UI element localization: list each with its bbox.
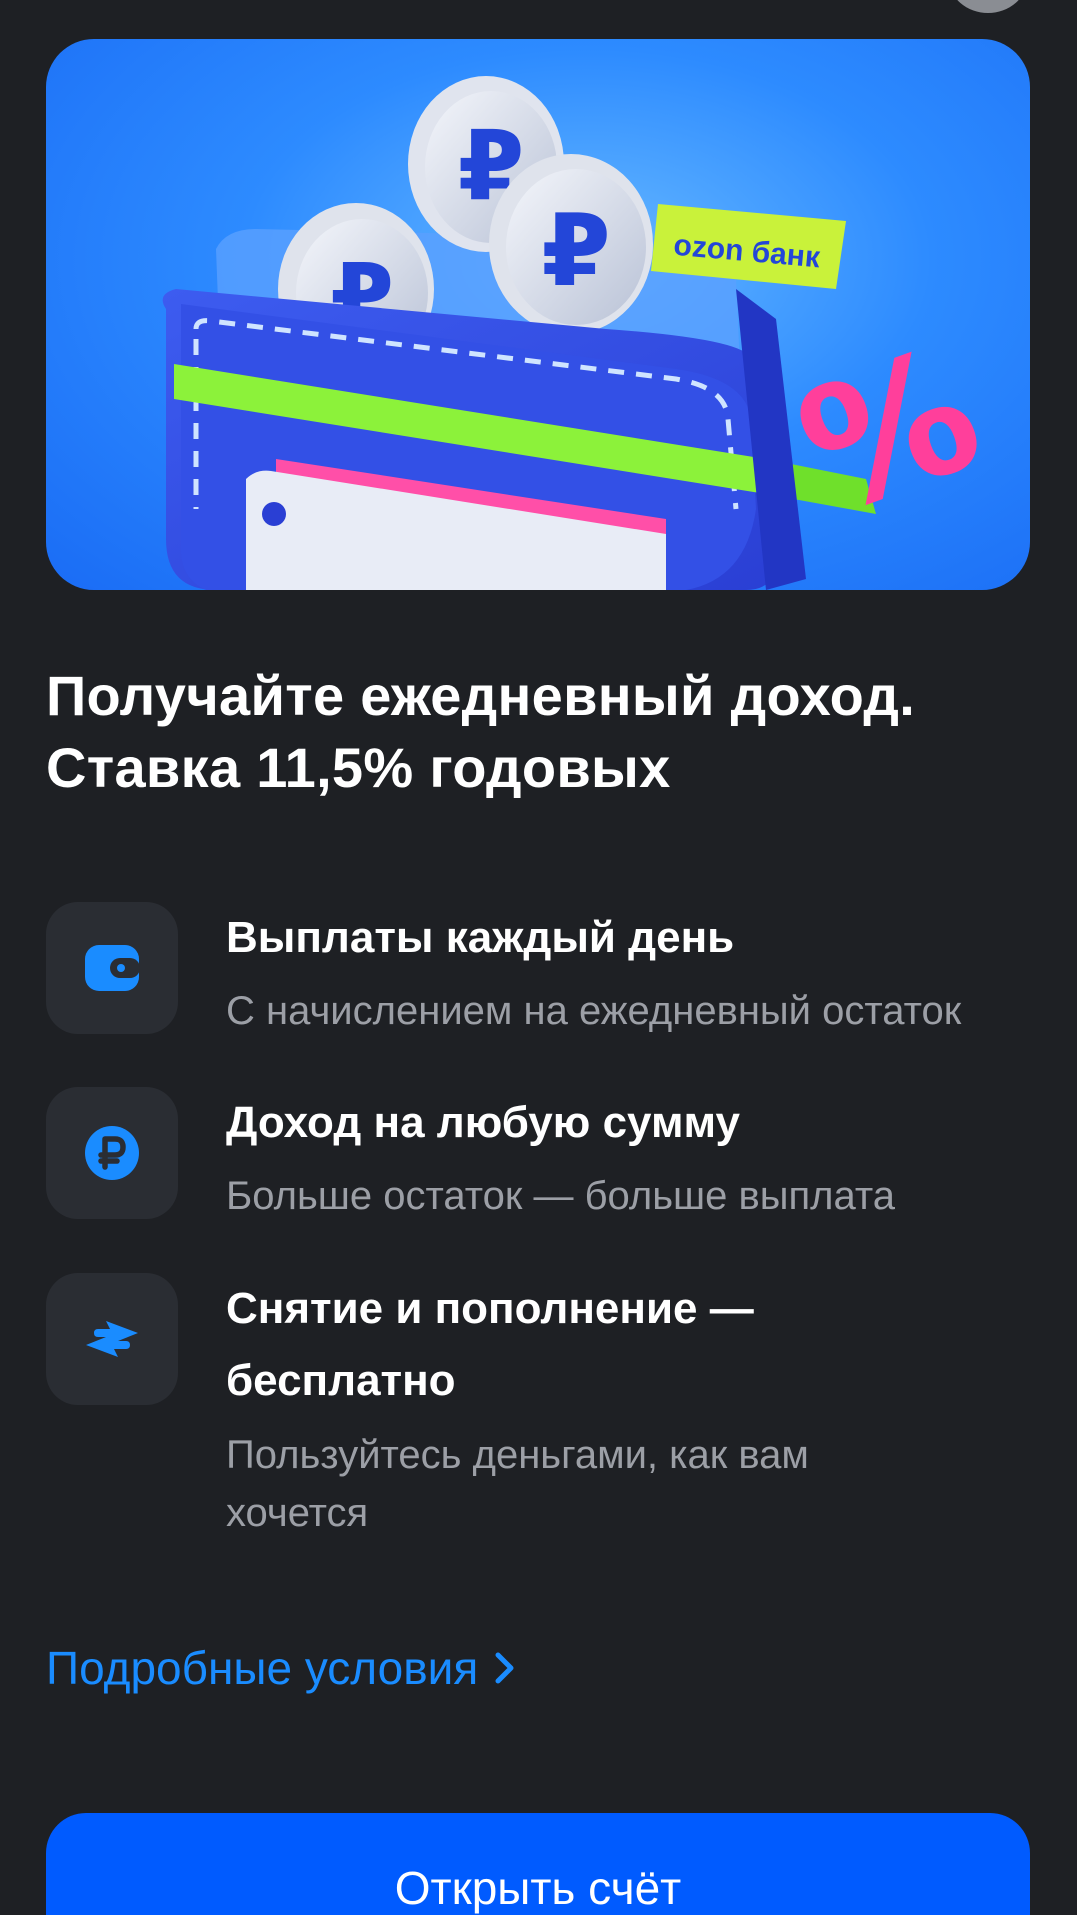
transfer-arrows-icon	[86, 1321, 138, 1357]
wallet-icon	[85, 945, 140, 991]
screen: ₽ ₽ ₽ ozon банк % Получайте ежедневный д…	[0, 0, 1077, 1915]
wallet-illustration: ₽ ₽ ₽ ozon банк %	[162, 76, 1004, 590]
ruble-icon	[85, 1126, 139, 1180]
close-button[interactable]	[949, 0, 1027, 13]
headline-line-2: Ставка 11,5% годовых	[46, 736, 671, 799]
feature-any-amount: Доход на любую сумму Больше остаток — бо…	[46, 1087, 1036, 1227]
feature-subtitle: С начислением на ежедневный остаток	[226, 989, 962, 1033]
hero-banner: ₽ ₽ ₽ ozon банк %	[46, 39, 1030, 590]
headline-line-1: Получайте ежедневный доход.	[46, 664, 916, 727]
details-link-label: Подробные условия	[46, 1642, 479, 1694]
open-account-button[interactable]: Открыть счёт	[46, 1813, 1030, 1915]
details-link[interactable]: Подробные условия	[46, 1636, 518, 1700]
percent-symbol: %	[776, 310, 1004, 554]
feature-icon-container	[46, 1087, 178, 1219]
feature-daily-payouts: Выплаты каждый день С начислением на еже…	[46, 902, 1036, 1042]
feature-title-line-1: Снятие и пополнение —	[226, 1284, 754, 1333]
feature-title-line-2: бесплатно	[226, 1356, 456, 1405]
feature-title: Выплаты каждый день	[226, 913, 735, 962]
svg-text:₽: ₽	[541, 192, 611, 309]
coin-right: ₽	[489, 154, 653, 334]
feature-icon-container	[46, 1273, 178, 1405]
page-title: Получайте ежедневный доход. Ставка 11,5%…	[46, 660, 1036, 804]
feature-subtitle-line-2: хочется	[226, 1491, 369, 1535]
svg-text:%: %	[776, 310, 1004, 554]
feature-icon-container	[46, 902, 178, 1034]
feature-free-transfers: Снятие и пополнение — бесплатно Пользуйт…	[46, 1273, 1036, 1543]
chevron-right-icon	[495, 1652, 514, 1684]
feature-title: Доход на любую сумму	[226, 1098, 740, 1147]
feature-subtitle: Больше остаток — больше выплата	[226, 1174, 895, 1218]
feature-subtitle-line-1: Пользуйтесь деньгами, как вам	[226, 1433, 809, 1477]
